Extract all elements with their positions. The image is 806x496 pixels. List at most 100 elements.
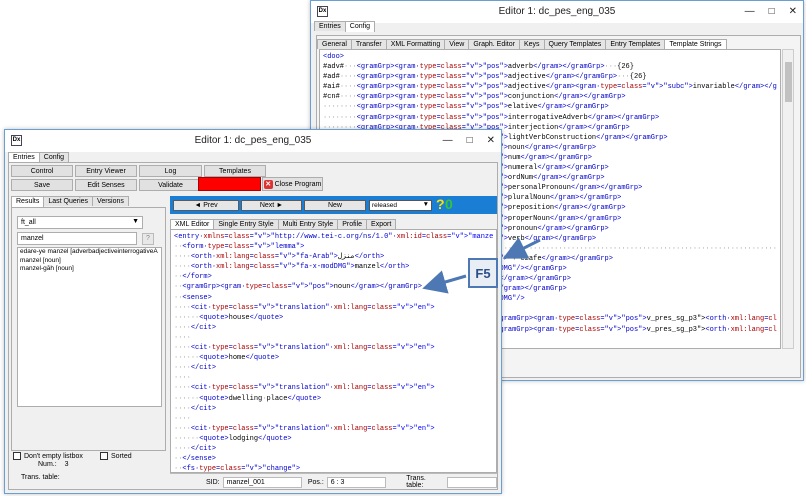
code-line: ··</sense> — [174, 455, 217, 464]
dont-empty-label: Don't empty listbox — [24, 452, 83, 460]
config-subtabs: General Transfer XML Formatting View Gra… — [317, 38, 727, 50]
code-line: ····</cit> — [174, 364, 217, 373]
edit-senses-button[interactable]: Edit Senses — [75, 179, 137, 191]
next-button[interactable]: Next ► — [241, 200, 302, 211]
log-button[interactable]: Log — [139, 165, 202, 177]
f5-callout-label: F5 — [468, 258, 498, 288]
subtab-xml-formatting[interactable]: XML Formatting — [385, 39, 446, 49]
code-line: #adv#···<gramGrp><gram·type=class="v">"p… — [323, 63, 634, 72]
xml-code: <entry·xmlns=class="v">"http://www.tei-c… — [171, 230, 496, 473]
xml-editor[interactable]: <entry·xmlns=class="v">"http://www.tei-c… — [170, 229, 497, 473]
query-select[interactable]: ft_all ▼ — [17, 216, 143, 229]
new-entry-button[interactable]: New — [304, 200, 366, 211]
code-line: <doo> — [323, 53, 345, 61]
status-dropdown[interactable]: released ▼ — [369, 200, 432, 211]
subtab-general[interactable]: General — [317, 39, 352, 49]
checkbox-box[interactable] — [100, 452, 108, 460]
code-line: ··</form> — [174, 273, 212, 282]
code-line: #ai#····<gramGrp><gram·type=class="v">"p… — [323, 83, 777, 92]
dont-empty-checkbox[interactable]: Don't empty listbox — [13, 452, 83, 460]
tab-entries[interactable]: Entries — [314, 21, 346, 31]
search-input[interactable]: manzel — [17, 232, 137, 245]
prev-button[interactable]: ◄ Prev — [173, 200, 239, 211]
close-icon[interactable]: ✕ — [487, 135, 495, 146]
front-main-tabs: Entries Config — [8, 151, 70, 163]
search-button[interactable]: ? — [142, 233, 154, 245]
subtab-query-templates[interactable]: Query Templates — [543, 39, 607, 49]
tab-config[interactable]: Config — [344, 21, 376, 32]
tab-versions[interactable]: Versions — [92, 196, 129, 206]
vertical-scrollbar[interactable] — [782, 49, 794, 349]
code-line: #cn#····<gramGrp><gram·type=class="v">"p… — [323, 93, 626, 102]
code-line: ··<sense> — [174, 293, 212, 302]
left-trans-table-label: Trans. table: — [21, 474, 60, 481]
tab-multi-entry-style[interactable]: Multi Entry Style — [277, 219, 339, 229]
front-titlebar: Dx Editor 1: dc_pes_eng_035 — □ ✕ — [5, 130, 501, 152]
close-program-button[interactable]: ✕ Close Program — [262, 177, 323, 191]
list-item[interactable]: manzel-gāh [noun] — [18, 265, 161, 274]
list-item[interactable]: manzel [noun] — [18, 257, 161, 266]
minimize-icon[interactable]: — — [443, 135, 453, 146]
back-main-tabs: Entries Config — [314, 20, 376, 32]
subtab-graph-editor[interactable]: Graph. Editor — [468, 39, 520, 49]
button-row-1: Control Entry Viewer Log Templates — [11, 165, 266, 177]
code-line: ···· — [174, 374, 191, 383]
status-red-indicator — [198, 177, 261, 191]
tab-export[interactable]: Export — [366, 219, 397, 229]
code-line: ······<quote>home</quote> — [174, 354, 280, 363]
code-line: ··<gramGrp><gram·type=class="v">"pos">no… — [174, 283, 422, 292]
pos-value: 6 : 3 — [326, 476, 387, 488]
maximize-icon[interactable]: □ — [769, 6, 775, 17]
query-select-value: ft_all — [21, 219, 36, 226]
subtab-entry-templates[interactable]: Entry Templates — [605, 39, 666, 49]
button-row-2: Save Edit Senses Validate — [11, 179, 202, 191]
tab-results[interactable]: Results — [11, 196, 45, 207]
code-line: ····</cit> — [174, 404, 217, 413]
minimize-icon[interactable]: — — [745, 6, 755, 17]
back-titlebar: Dx Editor 1: dc_pes_eng_035 — □ ✕ — [311, 1, 803, 23]
save-button[interactable]: Save — [11, 179, 73, 191]
entry-viewer-button[interactable]: Entry Viewer — [75, 165, 137, 177]
code-line: ··<fs·type=class="v">"change"> — [174, 465, 301, 473]
code-line: ······<quote>dwelling·place</quote> — [174, 394, 322, 403]
code-line: ········<gramGrp><gram·type=class="v">"p… — [323, 113, 660, 122]
tab-config[interactable]: Config — [38, 152, 70, 162]
code-line: ····<cit·type=class="v">"translation"·xm… — [174, 384, 435, 393]
subtab-keys[interactable]: Keys — [518, 39, 545, 49]
list-item[interactable]: edare-ye manzel [adverbadjectiveinterrog… — [18, 248, 161, 257]
maximize-icon[interactable]: □ — [467, 135, 473, 146]
code-line: ····</cit> — [174, 323, 217, 332]
templates-button[interactable]: Templates — [204, 165, 266, 177]
tab-single-entry-style[interactable]: Single Entry Style — [213, 219, 279, 229]
num-readout: Num.: 3 — [38, 461, 69, 468]
front-window-title: Editor 1: dc_pes_eng_035 — [194, 135, 312, 146]
close-program-icon: ✕ — [263, 179, 273, 189]
front-editor-window: Dx Editor 1: dc_pes_eng_035 — □ ✕ Entrie… — [4, 129, 502, 494]
checkbox-box[interactable] — [13, 452, 21, 460]
editor-tabs: XML Editor Single Entry Style Multi Entr… — [170, 218, 397, 230]
chevron-down-icon: ▼ — [422, 201, 429, 208]
subtab-view[interactable]: View — [444, 39, 470, 49]
code-line: ····</cit> — [174, 444, 217, 453]
close-icon[interactable]: ✕ — [789, 6, 797, 17]
scrollbar-thumb[interactable] — [785, 62, 792, 102]
help-question-icon[interactable]: ? — [436, 196, 445, 212]
sorted-checkbox[interactable]: Sorted — [100, 452, 132, 460]
tab-last-queries[interactable]: Last Queries — [43, 196, 94, 206]
code-line: ··<form·type=class="v">"lemma"> — [174, 243, 305, 252]
sorted-label: Sorted — [111, 452, 132, 460]
code-line: ····<orth·xml:lang=class="v">"fa-Arab">م… — [174, 253, 385, 262]
code-line: ···· — [174, 333, 191, 342]
subtab-transfer[interactable]: Transfer — [350, 39, 387, 49]
chevron-down-icon: ▼ — [132, 218, 139, 225]
trans-table-value — [447, 476, 498, 488]
code-line: ····<cit·type=class="v">"translation"·xm… — [174, 344, 435, 353]
tab-profile[interactable]: Profile — [337, 219, 368, 229]
results-listbox[interactable]: edare-ye manzel [adverbadjectiveinterrog… — [17, 247, 162, 407]
editor-status-bar: SID: manzel_001 Pos.: 6 : 3 Trans. table… — [170, 473, 498, 490]
validate-button[interactable]: Validate — [139, 179, 202, 191]
code-line: ······<quote>lodging</quote> — [174, 434, 292, 443]
code-line: <entry·xmlns=class="v">"http://www.tei-c… — [174, 233, 493, 241]
code-line: ····<cit·type=class="v">"translation"·xm… — [174, 424, 435, 433]
control-button[interactable]: Control — [11, 165, 73, 177]
